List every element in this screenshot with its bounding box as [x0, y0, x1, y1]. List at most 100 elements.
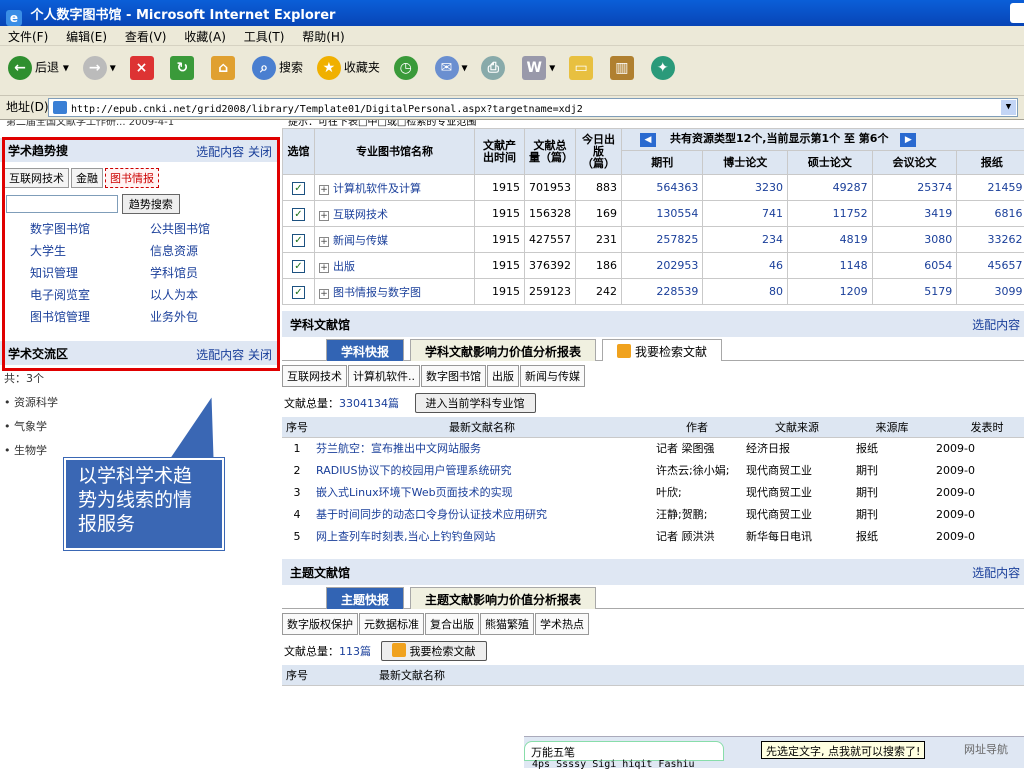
mail-button[interactable]: ✉▾ [435, 56, 468, 80]
sidebar-clipped-item[interactable]: 第二届全国文献学工作研... 2009-4-1 [0, 120, 280, 128]
category-tab[interactable]: 复合出版 [425, 613, 479, 635]
cell-bz: 21459 [957, 175, 1024, 201]
col-header: 报纸 [957, 151, 1024, 175]
library-name-cell[interactable]: +互联网技术 [315, 201, 475, 227]
category-tab[interactable]: 出版 [487, 365, 519, 387]
cell-bz: 33262 [957, 227, 1024, 253]
window-control-button[interactable] [1010, 3, 1024, 23]
subject-section-actions[interactable]: 选配内容 关 [972, 316, 1024, 333]
doc-title-link[interactable]: 基于时间同步的动态口令身份认证技术应用研究 [312, 503, 652, 525]
home-button[interactable]: ⌂ [211, 56, 238, 80]
tab-theme-news[interactable]: 主题快报 [326, 587, 404, 609]
doc-title-link[interactable]: 嵌入式Linux环境下Web页面技术的实现 [312, 481, 652, 503]
search-tooltip[interactable]: 先选定文字, 点我就可以搜索了! [761, 741, 925, 759]
search-button[interactable]: ⌕搜索 [252, 56, 303, 80]
folder-button[interactable]: ▭ [569, 56, 596, 80]
subject-section-header: 学科文献馆 选配内容 关 [282, 311, 1024, 337]
cell-db: 期刊 [852, 459, 932, 481]
list-item[interactable]: • 气象学 [4, 415, 276, 439]
print-button[interactable]: ⎙ [481, 56, 508, 80]
library-checkbox[interactable]: ✓ [292, 234, 305, 247]
forward-arrow-icon: → [83, 56, 107, 80]
subject-total: 文献总量：3304134篇 进入当前学科专业馆 [282, 389, 1024, 417]
cell-author: 记者 顾洪洪 [652, 525, 742, 547]
next-page-icon[interactable]: ▶ [900, 133, 916, 147]
edit-button[interactable]: W▾ [522, 56, 555, 80]
home-icon: ⌂ [211, 56, 235, 80]
cell-today: 231 [576, 227, 622, 253]
library-name-cell[interactable]: +出版 [315, 253, 475, 279]
search-icon [617, 344, 631, 358]
doc-title-link[interactable]: 芬兰航空：宣布推出中文网站服务 [312, 437, 652, 459]
menu-tools[interactable]: 工具(T) [244, 30, 285, 44]
category-tab[interactable]: 计算机软件.. [348, 365, 420, 387]
tab-subject-report[interactable]: 学科文献影响力价值分析报表 [410, 339, 596, 361]
category-tab[interactable]: 数字图书馆 [421, 365, 486, 387]
theme-tabs: 主题快报主题文献影响力价值分析报表 [282, 585, 1024, 609]
expand-icon[interactable]: + [319, 263, 329, 273]
cell-bs: 46 [703, 253, 788, 279]
list-item[interactable]: • 资源科学 [4, 391, 276, 415]
doc-title-link[interactable]: RADIUS协议下的校园用户管理系统研究 [312, 459, 652, 481]
history-button[interactable]: ◷ [394, 56, 421, 80]
prev-page-icon[interactable]: ◀ [640, 133, 656, 147]
menu-file[interactable]: 文件(F) [8, 30, 48, 44]
favorites-button[interactable]: ★收藏夹 [317, 56, 380, 80]
cell-no: 2 [282, 459, 312, 481]
subject-search-button[interactable]: 我要检索文献 [602, 339, 722, 361]
table-row: ✓+互联网技术191515632816913055474111752341968… [283, 201, 1024, 227]
menu-edit[interactable]: 编辑(E) [66, 30, 107, 44]
expand-icon[interactable]: + [319, 237, 329, 247]
stop-button[interactable]: × [130, 56, 157, 80]
library-checkbox[interactable]: ✓ [292, 260, 305, 273]
research-button[interactable]: ▥ [610, 56, 637, 80]
library-name-cell[interactable]: +计算机软件及计算 [315, 175, 475, 201]
messenger-button[interactable]: ✦ [651, 56, 678, 80]
category-tab[interactable]: 元数据标准 [359, 613, 424, 635]
menu-help[interactable]: 帮助(H) [302, 30, 344, 44]
category-tab[interactable]: 互联网技术 [282, 365, 347, 387]
enter-subject-button[interactable]: 进入当前学科专业馆 [415, 393, 536, 413]
cell-no: 3 [282, 481, 312, 503]
cell-bz: 3099 [957, 279, 1024, 305]
category-tab[interactable]: 学术热点 [535, 613, 589, 635]
cell-author: 记者 梁图强 [652, 437, 742, 459]
tab-theme-report[interactable]: 主题文献影响力价值分析报表 [410, 587, 596, 609]
library-name-cell[interactable]: +图书情报与数字图 [315, 279, 475, 305]
theme-section-actions[interactable]: 选配内容 关 [972, 564, 1024, 581]
back-button[interactable]: ←后退 ▾ [8, 56, 69, 80]
page-icon [53, 101, 67, 114]
cell-qk: 257825 [622, 227, 703, 253]
library-checkbox[interactable]: ✓ [292, 286, 305, 299]
category-tab[interactable]: 新闻与传媒 [520, 365, 585, 387]
cell-ss: 49287 [788, 175, 873, 201]
col-header: 最新文献名称 [312, 665, 512, 685]
expand-icon[interactable]: + [319, 185, 329, 195]
menu-view[interactable]: 查看(V) [125, 30, 167, 44]
col-header: 博士论文 [703, 151, 788, 175]
category-tab[interactable]: 熊猫繁殖 [480, 613, 534, 635]
library-checkbox[interactable]: ✓ [292, 208, 305, 221]
col-header: 专业图书馆名称 [315, 129, 475, 175]
forward-button[interactable]: →▾ [83, 56, 116, 80]
cell-total: 156328 [525, 201, 576, 227]
cell-author: 汪静;贺鹏; [652, 503, 742, 525]
theme-search-button[interactable]: 我要检索文献 [381, 641, 487, 661]
address-url: http://epub.cnki.net/grid2008/library/Te… [71, 104, 583, 115]
star-icon: ★ [317, 56, 341, 80]
expand-icon[interactable]: + [319, 289, 329, 299]
nav-link[interactable]: 网址导航 [964, 741, 1008, 757]
ime-tab[interactable]: 万能五笔 [524, 741, 724, 761]
tab-subject-news[interactable]: 学科快报 [326, 339, 404, 361]
category-tab[interactable]: 数字版权保护 [282, 613, 358, 635]
address-input[interactable]: http://epub.cnki.net/grid2008/library/Te… [48, 98, 1018, 117]
library-name-cell[interactable]: +新闻与传媒 [315, 227, 475, 253]
exchange-list: 共：3个 • 资源科学 • 气象学 • 生物学 [0, 365, 280, 465]
library-checkbox[interactable]: ✓ [292, 182, 305, 195]
refresh-button[interactable]: ↻ [170, 56, 197, 80]
expand-icon[interactable]: + [319, 211, 329, 221]
doc-title-link[interactable]: 网上查列车时刻表,当心上钓钓鱼网站 [312, 525, 652, 547]
address-dropdown-icon[interactable]: ▼ [1001, 100, 1016, 115]
ime-candidate-text: 4ps Ssssy Sigi hiqit Fashiu [532, 759, 695, 770]
menu-favorites[interactable]: 收藏(A) [184, 30, 226, 44]
